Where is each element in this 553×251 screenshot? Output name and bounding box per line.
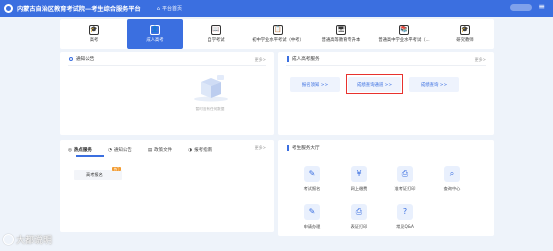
tab-label: 政策文件: [154, 148, 173, 153]
services-card-title-text: 考生服务大厅: [292, 146, 320, 151]
nav-tile-label: 普通高等教育专升本: [321, 38, 361, 43]
watermark-text: 大都说明: [16, 236, 53, 246]
top-header-bar: 内蒙古自治区教育考试院—考生综合服务平台 ⌂ 平台首页 ≡: [0, 0, 553, 17]
notice-dot-icon: [69, 57, 73, 61]
tab-label: 报考指南: [194, 148, 213, 153]
clipboard-icon: 📋: [273, 25, 283, 35]
service-label: 查询中心: [443, 186, 461, 191]
services-card-title: 考生服务大厅: [287, 145, 320, 151]
user-name-pill[interactable]: [510, 3, 533, 11]
service-more-link[interactable]: 更多>: [475, 57, 486, 63]
news-tabs: ◎ 热点服务 ◔ 通知公告 ▤ 政策文件 ◑ 报考指南: [68, 147, 213, 154]
home-icon: ⌂: [156, 5, 160, 12]
divider: [68, 65, 266, 66]
tab-label: 通知公告: [113, 148, 132, 153]
nav-tile-label: 自学考试: [207, 38, 225, 43]
menu-icon[interactable]: ≡: [538, 3, 545, 11]
title-bar-marker: [287, 145, 289, 151]
nav-tile-upgrade[interactable]: 🖥 普通高等教育专升本: [312, 19, 370, 49]
document-icon: ▤: [147, 147, 153, 153]
service-label: 准考证打印: [394, 186, 416, 191]
service-exam-registration[interactable]: ✎ 考试报名: [292, 166, 332, 192]
watermark-logo-icon: [3, 234, 14, 245]
qa-icon: ?: [397, 204, 413, 220]
target-icon: ◎: [68, 147, 72, 153]
platform-logo-icon: [4, 4, 13, 13]
tab-notices[interactable]: ◔ 通知公告: [107, 147, 132, 154]
list-item[interactable]: 高考报名: [74, 170, 122, 180]
nav-tile-adult-exam[interactable]: 👤 成人高考: [127, 19, 183, 49]
notice-card: 通知公告 更多> 暂时没有任何数据: [60, 52, 274, 135]
search-doc-icon: ⌕: [444, 166, 460, 182]
news-more-link[interactable]: 更多>: [255, 145, 266, 151]
registration-notice-button[interactable]: 报名须知 >>: [290, 77, 340, 92]
service-online-payment[interactable]: ¥ 网上缴费: [339, 166, 379, 192]
book-open-icon: 📚: [399, 25, 409, 35]
notice-card-title-text: 通知公告: [76, 57, 95, 62]
service-label: 申请办理: [303, 224, 321, 229]
tab-policy-docs[interactable]: ▤ 政策文件: [147, 147, 173, 154]
cap-icon: 🎓: [460, 25, 470, 35]
nav-tile-gaokao[interactable]: 🎓 高考: [68, 19, 120, 49]
tab-hot-services[interactable]: ◎ 热点服务: [68, 147, 92, 154]
highlight-box: [346, 74, 403, 94]
nav-tile-label: 研究教师: [456, 38, 474, 43]
service-admission-ticket-print[interactable]: ⎙ 准考证打印: [385, 166, 425, 192]
service-label: 网上缴费: [350, 186, 368, 191]
graduation-cap-icon: 🎓: [89, 25, 99, 35]
service-card-title: 成人高考服务: [287, 56, 320, 62]
application-icon: ✎: [304, 204, 320, 220]
notice-card-title: 通知公告: [69, 56, 94, 62]
service-label: 表证打印: [350, 224, 368, 229]
service-card-title-text: 成人高考服务: [292, 57, 320, 62]
nav-tile-label: 高考: [89, 38, 99, 43]
service-label: 常见Q&A: [396, 224, 414, 229]
compass-icon: ◑: [188, 147, 193, 153]
divider: [286, 65, 486, 66]
service-faq[interactable]: ? 常见Q&A: [385, 204, 425, 230]
notice-more-link[interactable]: 更多>: [255, 57, 266, 63]
title-bar-marker: [287, 56, 289, 62]
nav-tile-high-school-level[interactable]: 📚 普通高中学业水平考试（...: [374, 19, 434, 49]
score-query-button[interactable]: 成绩查询 >>: [409, 77, 459, 92]
nav-tile-label: 普通高中学业水平考试（...: [378, 38, 430, 43]
home-link[interactable]: ⌂ 平台首页: [156, 5, 182, 13]
edit-icon: ✎: [304, 166, 320, 182]
service-query-center[interactable]: ⌕ 查询中心: [432, 166, 472, 192]
book-icon: 📖: [211, 25, 221, 35]
watermark: 大都说明: [3, 233, 52, 246]
user-area: ≡: [510, 3, 545, 11]
tab-exam-guide[interactable]: ◑ 报考指南: [188, 147, 213, 154]
nav-tile-label: 初中学业水平考试（中考）: [252, 38, 304, 43]
hot-badge: 热门: [112, 167, 121, 171]
service-label: 考试报名: [303, 186, 321, 191]
service-form-print[interactable]: ⎙ 表证打印: [339, 204, 379, 230]
empty-state-text: 暂时没有任何数据: [195, 107, 225, 111]
nav-tile-teacher[interactable]: 🎓 研究教师: [440, 19, 490, 49]
print-icon: ⎙: [397, 166, 413, 182]
nav-tile-zhongkao[interactable]: 📋 初中学业水平考试（中考）: [248, 19, 308, 49]
app-title: 内蒙古自治区教育考试院—考生综合服务平台: [17, 6, 141, 13]
nav-tile-self-study[interactable]: 📖 自学考试: [188, 19, 244, 49]
active-tab-indicator: [76, 155, 104, 157]
payment-icon: ¥: [351, 166, 367, 182]
empty-box-icon: [194, 75, 228, 102]
bell-icon: ◔: [107, 147, 112, 153]
printer-icon: ⎙: [351, 204, 367, 220]
news-card: 更多>: [60, 140, 274, 232]
person-icon: 👤: [150, 25, 160, 35]
tab-label: 热点服务: [73, 148, 92, 153]
monitor-icon: 🖥: [336, 25, 346, 35]
nav-tile-label: 成人高考: [146, 38, 164, 43]
home-link-label: 平台首页: [161, 6, 182, 12]
service-application[interactable]: ✎ 申请办理: [292, 204, 332, 230]
